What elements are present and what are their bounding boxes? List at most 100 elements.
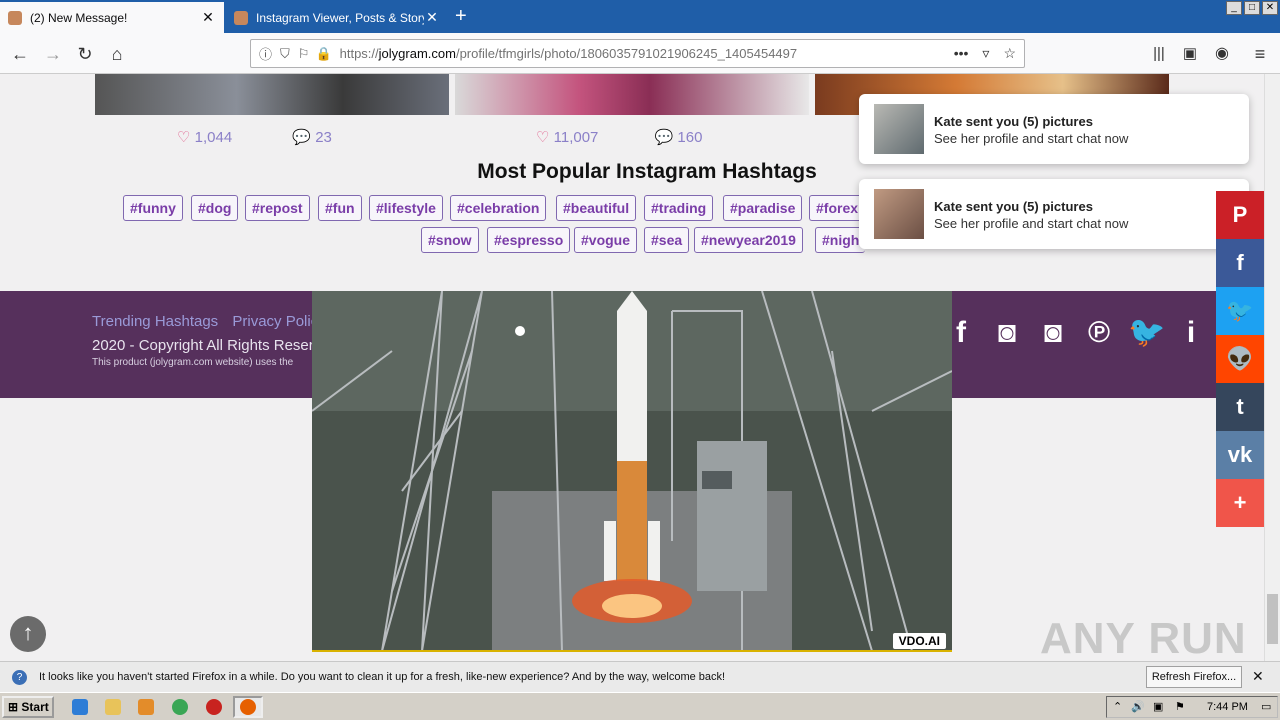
minimize-button[interactable]: _	[1226, 1, 1242, 15]
account-icon[interactable]: ◉	[1209, 41, 1235, 67]
forward-button[interactable]: →	[40, 41, 66, 67]
pinterest-icon[interactable]: ℗	[1082, 316, 1116, 350]
instagram-icon[interactable]: ◙	[990, 316, 1024, 350]
twitter-share-button[interactable]: 🐦	[1216, 287, 1264, 335]
hashtag-tag[interactable]: #funny	[123, 195, 183, 221]
footer-social-links: f ◙ ◙ ℗ 🐦 i	[944, 316, 1208, 350]
tab-close-icon[interactable]: ✕	[424, 9, 440, 26]
more-share-button[interactable]: +	[1216, 479, 1264, 527]
hashtag-tag[interactable]: #celebration	[450, 195, 547, 221]
start-button[interactable]: ⊞ Start	[2, 696, 54, 718]
tab-title: Instagram Viewer, Posts & Story D	[256, 10, 424, 25]
navigation-bar: ← → ↻ ⌂ ⓘ ⛉ ⚐ 🔒 https://jolygram.com/pro…	[0, 33, 1280, 74]
info-icon[interactable]: i	[1174, 316, 1208, 350]
tab-close-icon[interactable]: ✕	[200, 9, 216, 26]
hashtag-tag[interactable]: #forex	[809, 195, 865, 221]
hashtag-tag[interactable]: #snow	[421, 227, 479, 253]
page-actions-icon[interactable]: •••	[954, 45, 969, 62]
hashtag-tag[interactable]: #nigh	[815, 227, 866, 253]
show-desktop-icon[interactable]: ▭	[1261, 697, 1271, 717]
url-text[interactable]: https://jolygram.com/profile/tfmgirls/ph…	[340, 46, 798, 61]
scrollbar-thumb[interactable]	[1267, 594, 1278, 644]
volume-icon[interactable]: 🔊	[1131, 697, 1145, 717]
network-icon[interactable]: ▣	[1153, 697, 1163, 717]
folder-icon[interactable]	[105, 699, 121, 715]
url-bar[interactable]: ⓘ ⛉ ⚐ 🔒 https://jolygram.com/profile/tfm…	[250, 39, 1025, 68]
info-icon[interactable]: ⓘ	[259, 44, 272, 63]
vk-icon: vk	[1227, 442, 1253, 467]
footer-note: This product (jolygram.com website) uses…	[92, 357, 294, 368]
likes-count: 11,007	[553, 129, 599, 146]
hashtag-tag[interactable]: #dog	[191, 195, 239, 221]
notification-title: Kate sent you (5) pictures	[934, 199, 1093, 214]
back-button[interactable]: ←	[7, 41, 33, 67]
reload-button[interactable]: ↻	[72, 41, 98, 67]
hashtag-tag[interactable]: #sea	[644, 227, 690, 253]
hashtag-tag[interactable]: #espresso	[487, 227, 571, 253]
scroll-to-top-button[interactable]: ↑	[10, 616, 46, 652]
windows-taskbar: ⊞ Start ⌃ 🔊 ▣ ⚑ 7:44 PM ▭	[0, 692, 1280, 720]
refresh-firefox-button[interactable]: Refresh Firefox...	[1146, 666, 1242, 688]
page-scrollbar[interactable]	[1264, 74, 1280, 661]
hashtag-tag[interactable]: #newyear2019	[694, 227, 803, 253]
hashtag-tag[interactable]: #lifestyle	[369, 195, 443, 221]
hashtag-tag[interactable]: #repost	[245, 195, 310, 221]
vk-share-button[interactable]: vk	[1216, 431, 1264, 479]
facebook-share-button[interactable]: f	[1216, 239, 1264, 287]
firefox-taskbar-button[interactable]	[233, 696, 263, 718]
pocket-icon[interactable]: ▿	[982, 45, 989, 62]
plus-icon: +	[1233, 490, 1247, 515]
home-button[interactable]: ⌂	[104, 41, 130, 67]
facebook-icon: f	[1236, 250, 1244, 275]
rocket-launch-video-frame	[312, 291, 952, 651]
firefox-notification-bar: ? It looks like you haven't started Fire…	[0, 661, 1280, 692]
tumblr-share-button[interactable]: t	[1216, 383, 1264, 431]
trending-hashtags-link[interactable]: Trending Hashtags	[92, 313, 218, 330]
close-window-button[interactable]: ✕	[1262, 1, 1278, 15]
shield-icon[interactable]: ⛉	[280, 46, 290, 62]
ie-icon[interactable]	[72, 699, 88, 715]
new-tab-button[interactable]: +	[455, 6, 467, 26]
hashtag-tag[interactable]: #beautiful	[556, 195, 637, 221]
instagram-alt-icon[interactable]: ◙	[1036, 316, 1070, 350]
comments-count: 23	[315, 129, 332, 146]
reddit-share-button[interactable]: 👽	[1216, 335, 1264, 383]
privacy-policy-link[interactable]: Privacy Polic	[232, 313, 318, 330]
pinterest-share-button[interactable]: P	[1216, 191, 1264, 239]
menu-icon[interactable]: ≡	[1247, 41, 1273, 67]
lock-icon[interactable]: 🔒	[315, 46, 331, 62]
tab-bar: (2) New Message! ✕ Instagram Viewer, Pos…	[0, 0, 1280, 33]
hashtag-tag[interactable]: #fun	[318, 195, 362, 221]
clock[interactable]: 7:44 PM	[1207, 697, 1248, 717]
library-icon[interactable]: |||	[1146, 41, 1172, 67]
hashtag-tag[interactable]: #paradise	[723, 195, 803, 221]
twitter-icon[interactable]: 🐦	[1128, 316, 1165, 350]
anyrun-watermark: ANY RUN	[1040, 614, 1247, 661]
media-player-icon[interactable]	[138, 699, 154, 715]
chrome-icon[interactable]	[172, 699, 188, 715]
tab-new-message[interactable]: (2) New Message! ✕	[0, 2, 224, 33]
bookmark-star-icon[interactable]: ☆	[1003, 45, 1016, 62]
video-ad-player[interactable]: VDO.AI	[312, 291, 952, 651]
hashtag-tag[interactable]: #trading	[644, 195, 714, 221]
tumblr-icon: t	[1236, 394, 1244, 419]
maximize-button[interactable]: □	[1244, 1, 1260, 15]
heart-icon: ♡	[536, 129, 550, 146]
opera-icon[interactable]	[206, 699, 222, 715]
flag-icon[interactable]: ⚑	[1175, 697, 1185, 717]
permissions-icon[interactable]: ⚐	[298, 46, 310, 62]
comments-count: 160	[677, 129, 703, 146]
post-photo[interactable]	[455, 74, 809, 115]
reddit-icon: 👽	[1226, 346, 1254, 371]
notification-title: Kate sent you (5) pictures	[934, 114, 1093, 129]
close-icon[interactable]: ✕	[1252, 668, 1264, 685]
chat-notification[interactable]: Kate sent you (5) pictures See her profi…	[859, 94, 1249, 164]
tray-expand-icon[interactable]: ⌃	[1113, 697, 1122, 717]
start-label: Start	[21, 700, 49, 714]
chat-notification[interactable]: Kate sent you (5) pictures See her profi…	[859, 179, 1249, 249]
hashtag-tag[interactable]: #vogue	[574, 227, 638, 253]
sidebar-icon[interactable]: ▣	[1177, 41, 1203, 67]
tab-instagram-viewer[interactable]: Instagram Viewer, Posts & Story D ✕	[226, 2, 448, 33]
post-photo[interactable]	[95, 74, 449, 115]
vdo-ai-badge[interactable]: VDO.AI	[892, 633, 946, 649]
